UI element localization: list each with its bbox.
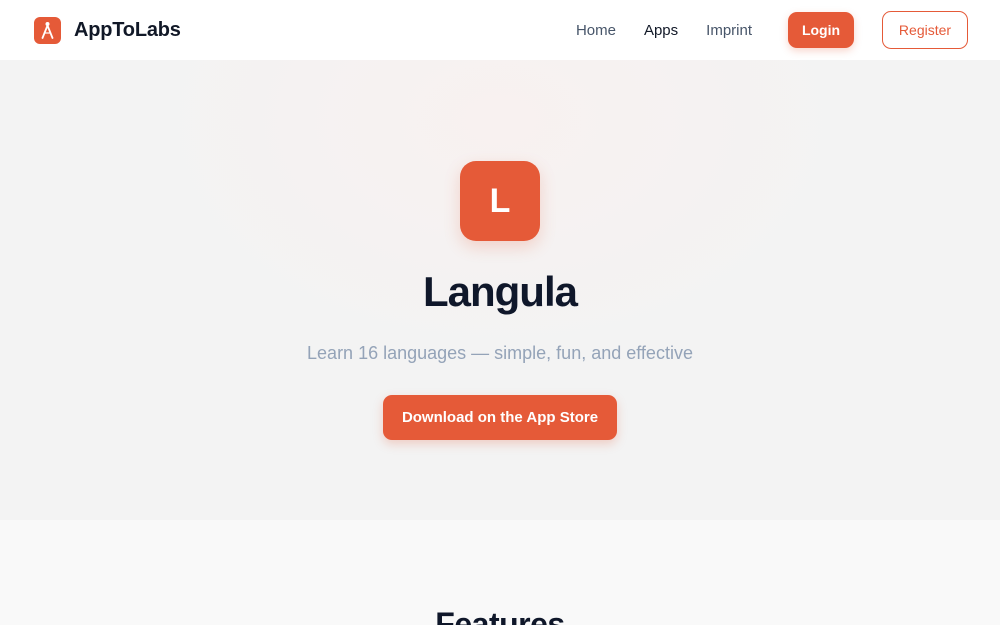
site-header: AppToLabs Home Apps Imprint Login Regist… bbox=[0, 0, 1000, 60]
nav-home[interactable]: Home bbox=[576, 22, 616, 39]
download-app-store-button[interactable]: Download on the App Store bbox=[383, 395, 617, 440]
features-section: Features bbox=[0, 520, 1000, 625]
hero-section: L Langula Learn 16 languages — simple, f… bbox=[0, 60, 1000, 520]
nav-apps[interactable]: Apps bbox=[644, 22, 678, 39]
brand[interactable]: AppToLabs bbox=[34, 16, 181, 44]
brand-name: AppToLabs bbox=[74, 18, 181, 41]
login-button[interactable]: Login bbox=[788, 12, 854, 48]
app-title: Langula bbox=[422, 268, 578, 315]
compass-icon-glyph bbox=[41, 21, 54, 39]
compass-icon bbox=[34, 16, 61, 44]
main-nav: Home Apps Imprint Login Register bbox=[576, 11, 968, 49]
app-icon: L bbox=[460, 161, 540, 241]
features-title: Features bbox=[435, 606, 565, 625]
register-button[interactable]: Register bbox=[882, 11, 968, 49]
nav-imprint[interactable]: Imprint bbox=[706, 22, 752, 39]
app-subtitle: Learn 16 languages — simple, fun, and ef… bbox=[307, 343, 693, 363]
